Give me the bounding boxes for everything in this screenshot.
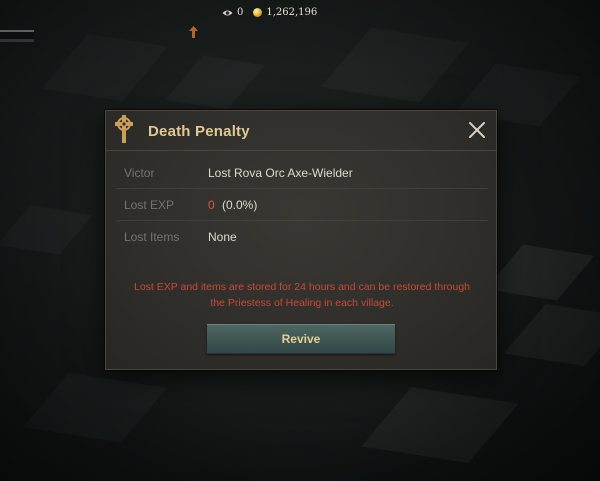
recovery-notice: Lost EXP and items are stored for 24 hou…	[133, 281, 470, 309]
lost-items-label: Lost Items	[124, 230, 180, 244]
marker-icon	[189, 26, 198, 38]
game-scene: 0 1,262,196 Death Penalty Victor Lost Ro…	[0, 0, 600, 481]
watchers-count: 0	[237, 7, 244, 18]
gold-amount: 1,262,196	[266, 7, 318, 18]
penalty-info: Victor Lost Rova Orc Axe-Wielder Lost EX…	[116, 157, 488, 253]
lost-exp-label: Lost EXP	[124, 198, 175, 212]
coin-icon	[253, 8, 263, 17]
lost-exp-percent: (0.0%)	[222, 198, 258, 212]
dialog-title: Death Penalty	[148, 123, 250, 140]
celtic-cross-icon	[115, 115, 133, 143]
close-icon[interactable]	[468, 121, 486, 139]
eye-icon	[222, 10, 233, 15]
death-penalty-dialog: Death Penalty Victor Lost Rova Orc Axe-W…	[105, 110, 497, 370]
revive-button[interactable]: Revive	[207, 324, 395, 354]
victor-label: Victor	[124, 166, 155, 180]
victor-value: Lost Rova Orc Axe-Wielder	[208, 166, 353, 180]
health-bar	[0, 30, 34, 42]
dialog-header: Death Penalty	[106, 111, 496, 151]
currency-bar: 0 1,262,196	[222, 7, 317, 18]
lost-items-row: Lost Items None	[116, 221, 488, 253]
lost-exp-row: Lost EXP 0 (0.0%)	[116, 189, 488, 221]
lost-items-value: None	[208, 230, 237, 244]
victor-row: Victor Lost Rova Orc Axe-Wielder	[116, 157, 488, 189]
lost-exp-value: 0	[208, 198, 215, 212]
